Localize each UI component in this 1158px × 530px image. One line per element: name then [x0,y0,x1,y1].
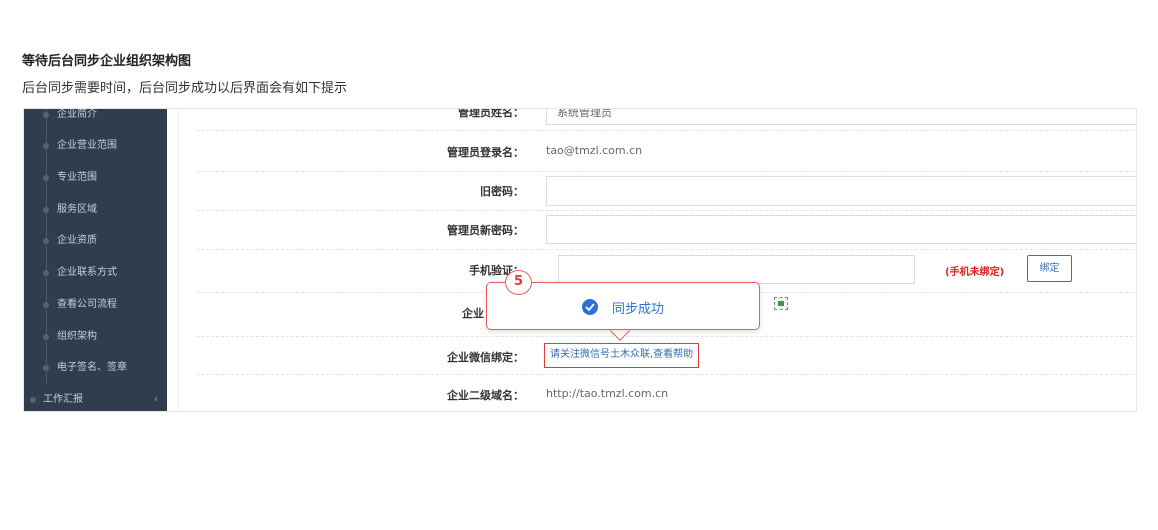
bullet-icon [43,365,49,371]
bullet-icon [43,270,49,276]
check-circle-icon [582,299,598,315]
admin-name-value: 系统管理员 [557,108,612,119]
bullet-icon [43,238,49,244]
sidebar-item-contact[interactable]: 企业联系方式 [24,263,167,283]
sidebar-item-service-area[interactable]: 服务区域 [24,200,167,220]
row-divider [196,171,1136,172]
old-password-label: 旧密码： [480,185,524,198]
phone-unbound-warning: (手机未绑定) [945,267,1005,278]
bullet-icon [43,143,49,149]
bullet-icon [43,112,49,118]
admin-login-label: 管理员登录名： [447,146,524,159]
sidebar-item-label: 企业资质 [57,235,97,246]
broken-image-icon [774,297,788,310]
doc-title: 等待后台同步企业组织架构图 [22,54,192,69]
admin-name-field[interactable] [546,109,1136,125]
sidebar-item-org-structure[interactable]: 组织架构 [24,327,167,347]
subdomain-value: http://tao.tmzl.com.cn [546,387,669,400]
admin-login-value: tao@tmzl.com.cn [546,144,643,157]
step-number-badge: 5 [505,270,532,295]
sidebar-item-professional-scope[interactable]: 专业范围 [24,168,167,188]
sidebar-item-business-scope[interactable]: 企业营业范围 [24,136,167,156]
content-gutter [167,109,179,411]
sidebar-item-e-signature[interactable]: 电子签名、签章 [24,358,167,378]
sidebar-item-label: 电子签名、签章 [57,362,127,373]
sidebar-item-label: 企业联系方式 [57,267,117,278]
wechat-bind-label: 企业微信绑定： [447,351,524,364]
sidebar-item-label: 企业营业范围 [57,140,117,151]
enterprise-label: 企业 [462,307,484,320]
bullet-icon [43,302,49,308]
sidebar: 企业简介 企业营业范围 专业范围 服务区域 企业资质 企业联系方式 查看公司流程 [24,109,167,411]
row-divider [196,336,1136,337]
screenshot-panel: 企业简介 企业营业范围 专业范围 服务区域 企业资质 企业联系方式 查看公司流程 [23,108,1137,412]
sidebar-item-company-intro[interactable]: 企业简介 [24,109,167,125]
new-password-label: 管理员新密码： [447,224,524,237]
row-divider [196,249,1136,250]
toast-message: 同步成功 [612,302,665,317]
bullet-icon [30,397,36,403]
sidebar-item-label: 工作汇报 [43,394,83,405]
sidebar-item-company-process[interactable]: 查看公司流程 [24,295,167,315]
wechat-help-link[interactable]: 请关注微信号土木众联,查看帮助 [544,343,700,368]
admin-name-label: 管理员姓名： [458,108,524,119]
bullet-icon [43,334,49,340]
row-divider [196,374,1136,375]
sidebar-item-label: 服务区域 [57,204,97,215]
chevron-left-icon: ‹ [154,394,158,405]
old-password-input[interactable] [546,176,1136,206]
bullet-icon [43,175,49,181]
bullet-icon [43,207,49,213]
new-password-input[interactable] [546,215,1136,244]
sidebar-item-label: 查看公司流程 [57,299,117,310]
sidebar-item-work-report[interactable]: 工作汇报 ‹ [24,390,167,410]
sidebar-item-label: 企业简介 [57,109,97,120]
phone-verify-input[interactable] [558,255,915,284]
sidebar-item-label: 专业范围 [57,172,97,183]
sidebar-item-label: 组织架构 [57,331,97,342]
row-divider [196,130,1136,131]
bind-phone-button[interactable]: 绑定 [1027,255,1072,282]
phone-verify-label: 手机验证： [469,264,524,277]
row-divider [196,210,1136,211]
subdomain-label: 企业二级域名： [447,389,524,402]
sidebar-item-qualification[interactable]: 企业资质 [24,231,167,251]
doc-description: 后台同步需要时间，后台同步成功以后界面会有如下提示 [22,81,348,96]
